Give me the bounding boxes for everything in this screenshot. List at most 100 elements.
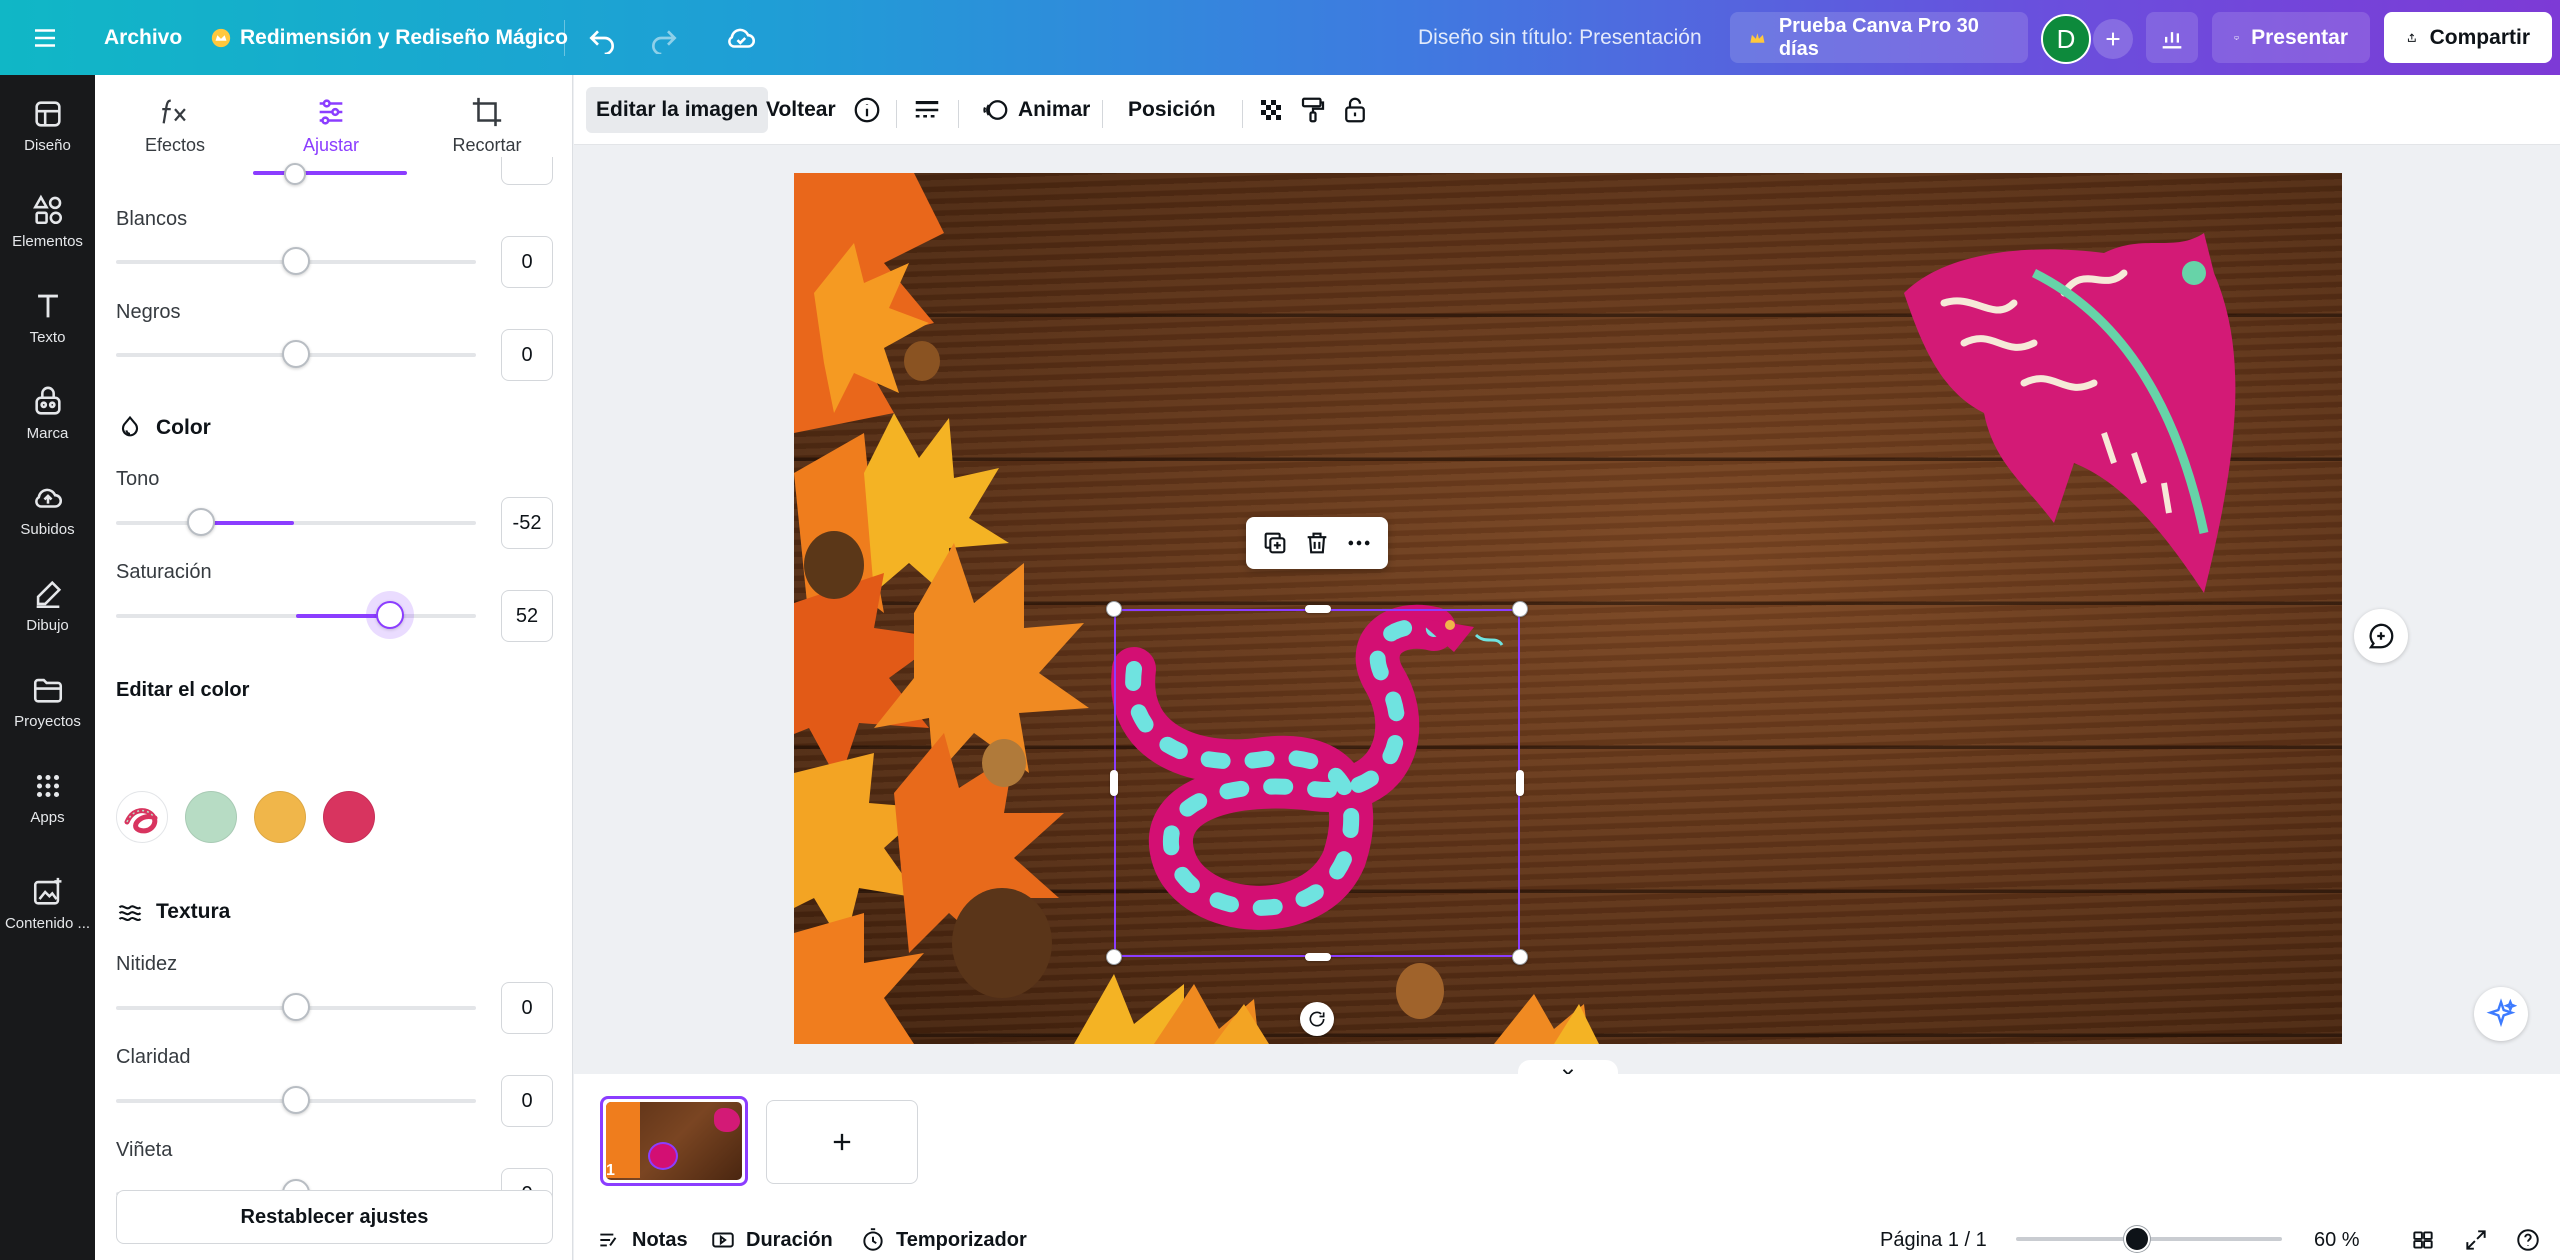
- upload-cloud-icon: [34, 488, 62, 508]
- transparency-icon[interactable]: [1250, 87, 1292, 133]
- divider: [958, 100, 959, 128]
- slider-knob-sharpness[interactable]: [282, 993, 310, 1021]
- slider-knob-saturation[interactable]: [376, 601, 404, 629]
- rail-item-elements[interactable]: Elementos: [0, 173, 95, 269]
- resize-handle-right[interactable]: [1516, 770, 1524, 796]
- page-indicator[interactable]: Página 1 / 1: [1880, 1220, 1987, 1260]
- slider-track-hue[interactable]: [116, 521, 476, 525]
- magic-assistant-button[interactable]: [2474, 987, 2528, 1041]
- reset-adjustments-button[interactable]: Restablecer ajustes: [116, 1190, 553, 1244]
- rotate-handle[interactable]: [1300, 1002, 1334, 1036]
- rail-item-projects[interactable]: Proyectos: [0, 653, 95, 749]
- resize-handle-top-right[interactable]: [1512, 601, 1528, 617]
- magic-resize-button[interactable]: Redimensión y Rediseño Mágico: [210, 0, 568, 75]
- layout-icon: [34, 100, 61, 127]
- slider-label-vignette: Viñeta: [116, 1139, 173, 1161]
- slider-knob-hue[interactable]: [187, 508, 215, 536]
- slider-knob-clarity[interactable]: [282, 1086, 310, 1114]
- flip-button[interactable]: Voltear: [756, 87, 846, 133]
- value-box[interactable]: [501, 157, 553, 185]
- tab-adjust[interactable]: Ajustar: [253, 95, 409, 205]
- swatch-image[interactable]: [116, 791, 168, 843]
- add-page-button[interactable]: [766, 1100, 918, 1184]
- slide-canvas[interactable]: [794, 173, 2342, 1044]
- page-thumbnail[interactable]: [600, 1096, 748, 1186]
- insights-icon[interactable]: [2146, 12, 2198, 63]
- resize-handle-top[interactable]: [1305, 605, 1331, 613]
- zoom-slider-knob[interactable]: [2124, 1226, 2150, 1252]
- grid-view-icon[interactable]: [2410, 1220, 2436, 1260]
- tab-crop[interactable]: Recortar: [409, 95, 565, 205]
- help-icon[interactable]: [2515, 1220, 2541, 1260]
- value-box-hue[interactable]: -52: [501, 497, 553, 549]
- zoom-level[interactable]: 60 %: [2314, 1220, 2360, 1260]
- value-box-saturation[interactable]: 52: [501, 590, 553, 642]
- value-box-sharpness[interactable]: 0: [501, 982, 553, 1034]
- swatch-pink[interactable]: [323, 791, 375, 843]
- value-box-whites[interactable]: 0: [501, 236, 553, 288]
- slider-label-whites: Blancos: [116, 208, 188, 230]
- resize-handle-bottom-left[interactable]: [1106, 949, 1122, 965]
- doc-title[interactable]: Diseño sin título: Presentación: [1418, 0, 1702, 75]
- value-box-blacks[interactable]: 0: [501, 329, 553, 381]
- active-tab-indicator: [253, 171, 407, 175]
- avatar[interactable]: D: [2041, 14, 2091, 64]
- timer-icon: [863, 1228, 883, 1251]
- rail-item-apps[interactable]: Apps: [0, 749, 95, 845]
- rail-item-brand[interactable]: Marca: [0, 365, 95, 461]
- swatch-mint[interactable]: [185, 791, 237, 843]
- resize-handle-bottom-right[interactable]: [1512, 949, 1528, 965]
- rail-item-draw[interactable]: Dibujo: [0, 557, 95, 653]
- timer-button[interactable]: Temporizador: [860, 1220, 1027, 1260]
- position-button[interactable]: Posición: [1118, 87, 1226, 133]
- lock-icon[interactable]: [1334, 87, 1376, 133]
- resize-handle-bottom[interactable]: [1305, 953, 1331, 961]
- section-texture: Textura: [116, 898, 230, 926]
- animate-button[interactable]: Animar: [970, 87, 1100, 133]
- fullscreen-icon[interactable]: [2463, 1220, 2489, 1260]
- comment-button[interactable]: [2354, 609, 2408, 663]
- edit-image-button[interactable]: Editar la imagen: [586, 87, 769, 133]
- resize-handle-top-left[interactable]: [1106, 601, 1122, 617]
- swatch-yellow[interactable]: [254, 791, 306, 843]
- duration-button[interactable]: Duración: [710, 1220, 833, 1260]
- rail-item-text[interactable]: Texto: [0, 269, 95, 365]
- present-button[interactable]: Presentar: [2212, 12, 2370, 63]
- tab-label: Recortar: [452, 135, 522, 155]
- slider-label-clarity: Claridad: [116, 1046, 191, 1068]
- copy-style-icon[interactable]: [1292, 87, 1334, 133]
- cloud-saved-icon[interactable]: [724, 0, 758, 75]
- tab-effects[interactable]: Efectos: [97, 95, 253, 205]
- notes-button[interactable]: Notas: [596, 1220, 688, 1260]
- value-box-clarity[interactable]: 0: [501, 1075, 553, 1127]
- border-style-icon[interactable]: [904, 87, 950, 133]
- tab-label: Efectos: [144, 135, 206, 155]
- slider-knob-whites[interactable]: [282, 247, 310, 275]
- share-icon: [2407, 32, 2416, 42]
- selection-box[interactable]: [1114, 609, 1520, 957]
- menu-icon[interactable]: [30, 0, 60, 75]
- rail-item-uploads[interactable]: Subidos: [0, 461, 95, 557]
- rail-item-design[interactable]: Diseño: [0, 77, 95, 173]
- pro-trial-button[interactable]: Prueba Canva Pro 30 días: [1730, 12, 2028, 63]
- duplicate-icon[interactable]: [1261, 529, 1289, 557]
- slider-knob[interactable]: [284, 163, 306, 185]
- resize-handle-left[interactable]: [1110, 770, 1118, 796]
- shapes-icon: [32, 194, 62, 224]
- slider-knob-blacks[interactable]: [282, 340, 310, 368]
- share-button[interactable]: Compartir: [2384, 12, 2552, 63]
- rail-item-magic-media[interactable]: Contenido ...: [0, 855, 95, 951]
- trash-icon[interactable]: [1303, 529, 1331, 557]
- undo-icon[interactable]: [586, 0, 618, 75]
- add-collaborator-icon[interactable]: [2093, 19, 2133, 59]
- redo-icon[interactable]: [648, 0, 680, 75]
- info-icon[interactable]: [846, 87, 888, 133]
- rail-label: Marca: [26, 424, 69, 442]
- more-options-icon[interactable]: [1345, 529, 1373, 557]
- page-thumbnail-preview: [606, 1102, 742, 1180]
- duration-icon: [712, 1232, 734, 1248]
- comment-add-icon: [2368, 623, 2394, 649]
- crown-icon: [1750, 32, 1765, 43]
- notes-icon: [600, 1233, 617, 1247]
- file-menu[interactable]: Archivo: [104, 0, 182, 75]
